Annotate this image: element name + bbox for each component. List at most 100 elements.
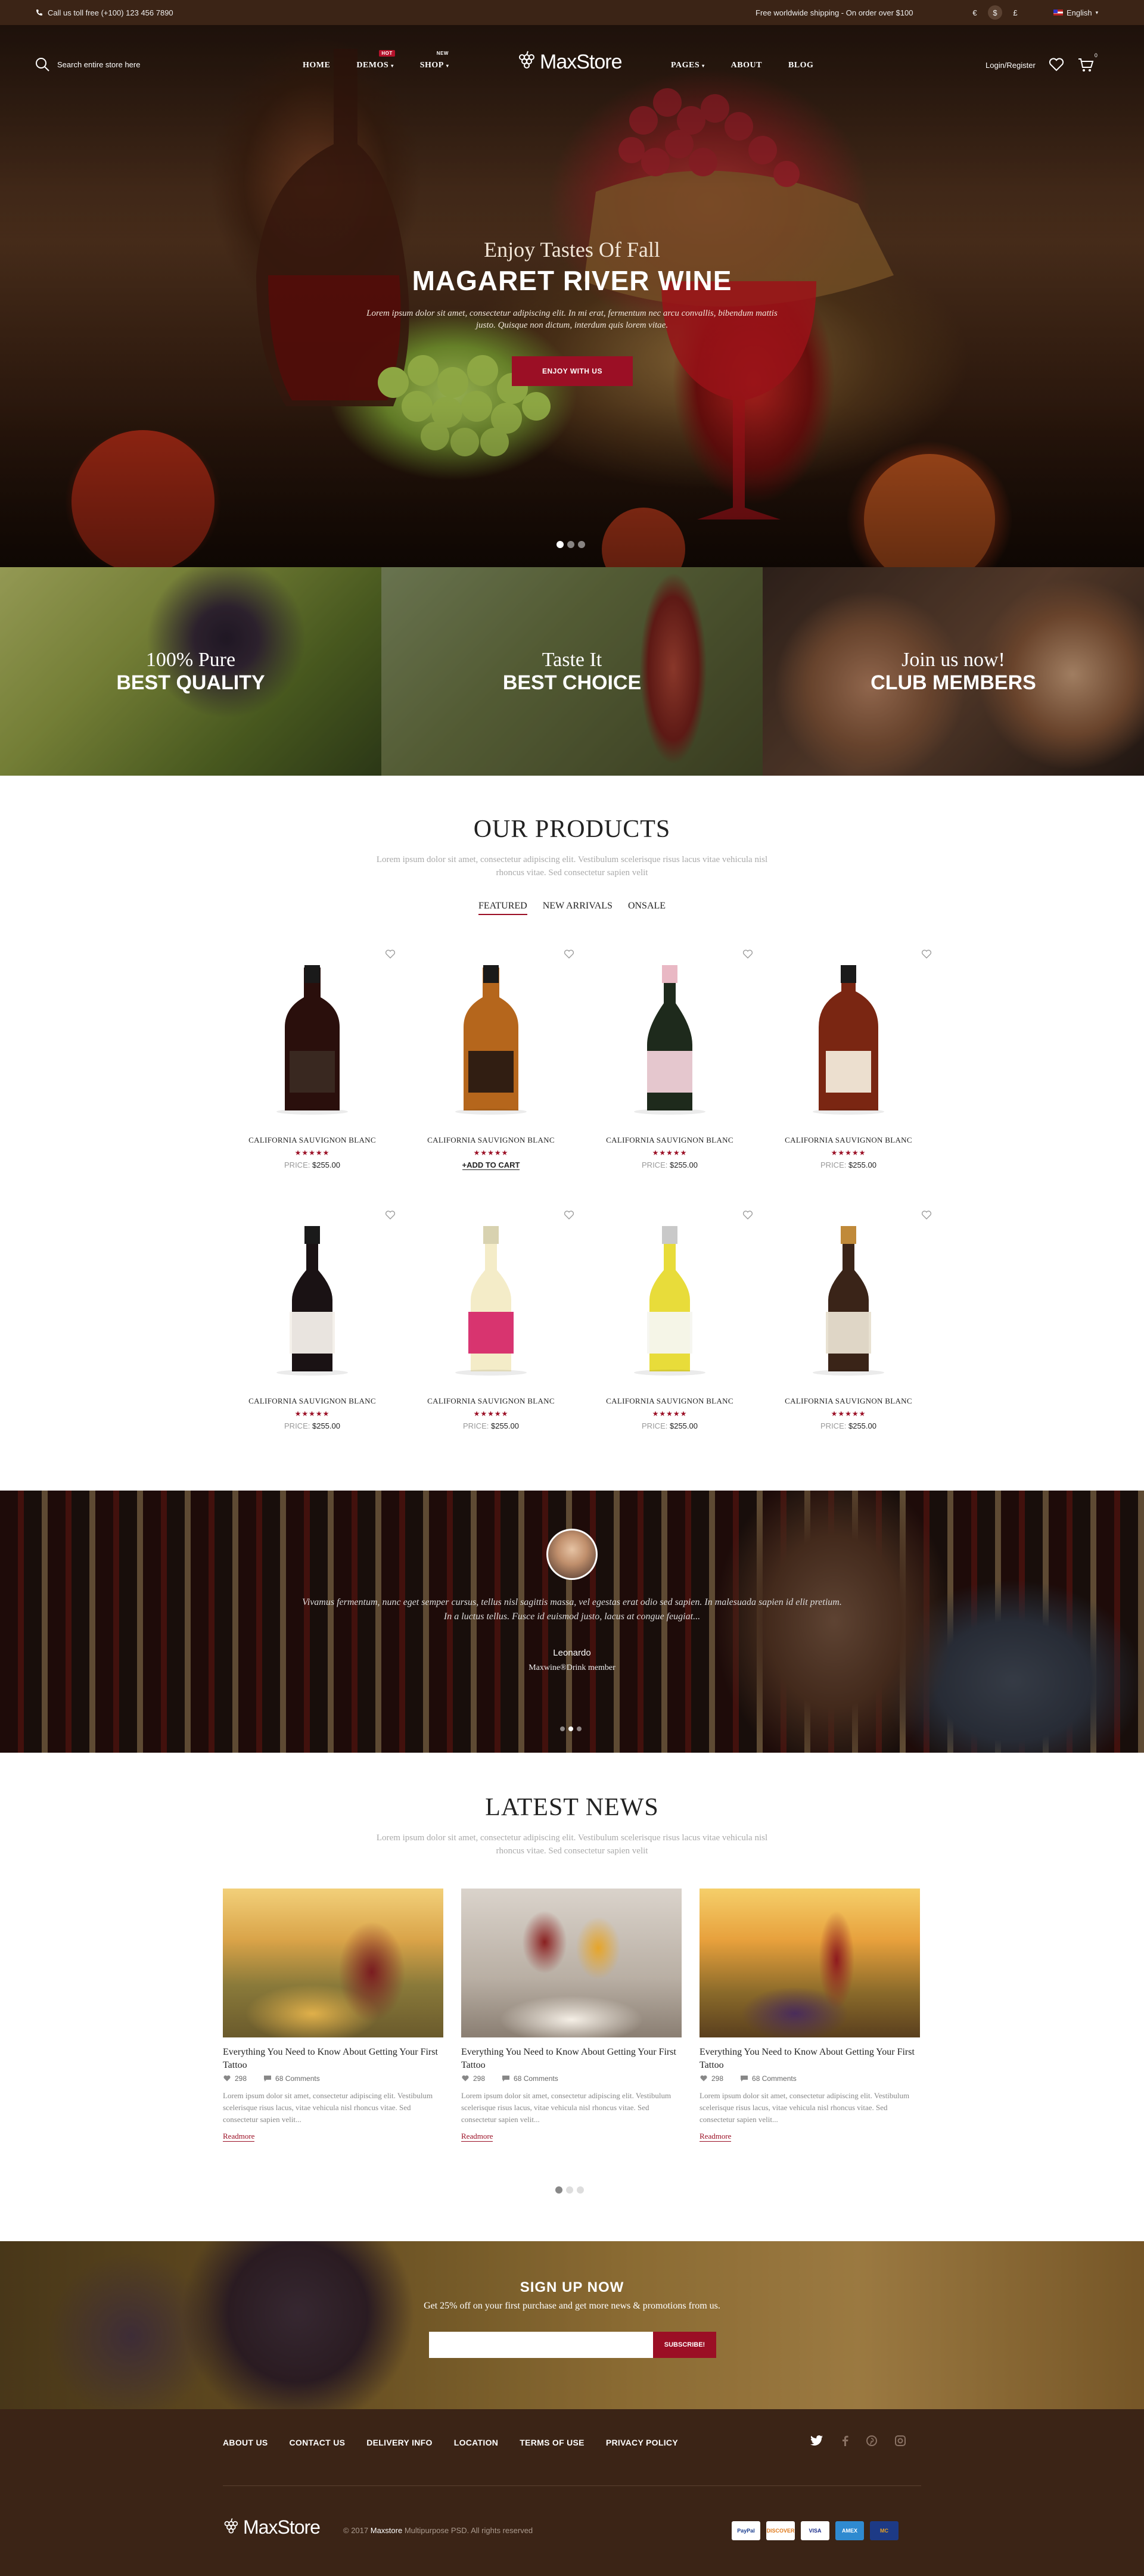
bottle-image[interactable] [759, 962, 938, 1116]
menu-item-shop[interactable]: SHOP ▾ NEW [419, 51, 449, 70]
wishlist-heart-icon[interactable] [564, 1211, 574, 1220]
subscribe-button[interactable]: SUBSCRIBE! [653, 2332, 716, 2358]
wishlist-heart-icon[interactable] [921, 950, 932, 959]
slide-dot[interactable] [577, 2186, 584, 2194]
footer-link-contact[interactable]: CONTACT US [290, 2438, 346, 2447]
menu-item-demos[interactable]: DEMOS ▾ HOT [356, 50, 395, 70]
comments[interactable]: 68 Comments [740, 2074, 797, 2083]
slide-dot[interactable] [566, 2186, 573, 2194]
slide-dot[interactable] [577, 1726, 582, 1731]
testimonial-pagination [560, 1726, 582, 1731]
product-card[interactable]: CALIFORNIA SAUVIGNON BLANC ★★★★★ PRICE: $2… [580, 950, 759, 1200]
avatar [546, 1529, 598, 1580]
language-selector[interactable]: English ▾ [1053, 8, 1098, 17]
product-card[interactable]: CALIFORNIA SAUVIGNON BLANC ★★★★★ PRICE: $2… [402, 1211, 580, 1461]
wishlist-heart-icon[interactable] [385, 1211, 396, 1220]
slide-dot[interactable] [557, 541, 564, 548]
bottle-image[interactable] [223, 962, 402, 1116]
footer-link-privacy[interactable]: PRIVACY POLICY [606, 2438, 678, 2447]
readmore-link[interactable]: Readmore [461, 2132, 493, 2142]
menu-item-about[interactable]: ABOUT [731, 61, 762, 70]
search-box[interactable]: Search entire store here [35, 57, 140, 72]
site-logo[interactable]: MaxStore [517, 50, 622, 74]
comments[interactable]: 68 Comments [502, 2074, 558, 2083]
news-image[interactable] [700, 1889, 920, 2037]
slide-dot[interactable] [567, 541, 574, 548]
slide-dot[interactable] [555, 2186, 562, 2194]
news-image[interactable] [461, 1889, 682, 2037]
product-card[interactable]: CALIFORNIA SAUVIGNON BLANC ★★★★★ PRICE: $2… [580, 1211, 759, 1461]
slide-dot[interactable] [560, 1726, 565, 1731]
bottle-image[interactable] [402, 962, 580, 1116]
product-name[interactable]: CALIFORNIA SAUVIGNON BLANC [580, 1396, 759, 1406]
wishlist-heart-icon[interactable] [921, 1211, 932, 1220]
currency-gbp[interactable]: £ [1008, 5, 1022, 20]
product-name[interactable]: CALIFORNIA SAUVIGNON BLANC [223, 1135, 402, 1145]
cart-button[interactable]: 0 [1077, 52, 1098, 73]
product-name[interactable]: CALIFORNIA SAUVIGNON BLANC [402, 1135, 580, 1145]
currency-eur[interactable]: € [968, 5, 982, 20]
enjoy-with-us-button[interactable]: ENJOY WITH US [512, 356, 633, 386]
footer-link-location[interactable]: LOCATION [454, 2438, 498, 2447]
product-name[interactable]: CALIFORNIA SAUVIGNON BLANC [759, 1396, 938, 1406]
search-input[interactable]: Search entire store here [57, 60, 140, 69]
heart-icon[interactable] [1049, 58, 1064, 72]
product-name[interactable]: CALIFORNIA SAUVIGNON BLANC [223, 1396, 402, 1406]
slide-dot[interactable] [568, 1726, 573, 1731]
wishlist-heart-icon[interactable] [742, 950, 753, 959]
likes[interactable]: 298 [700, 2074, 723, 2083]
email-field[interactable] [429, 2332, 653, 2358]
product-name[interactable]: CALIFORNIA SAUVIGNON BLANC [580, 1135, 759, 1145]
news-image[interactable] [223, 1889, 443, 2037]
news-title[interactable]: Everything You Need to Know About Gettin… [700, 2046, 920, 2072]
readmore-link[interactable]: Readmore [700, 2132, 732, 2142]
search-icon[interactable] [35, 57, 50, 72]
footer-link-terms[interactable]: TERMS OF USE [520, 2438, 585, 2447]
readmore-link[interactable]: Readmore [223, 2132, 255, 2142]
product-name[interactable]: CALIFORNIA SAUVIGNON BLANC [402, 1396, 580, 1406]
product-card[interactable]: CALIFORNIA SAUVIGNON BLANC ★★★★★ PRICE: $2… [223, 950, 402, 1200]
product-card[interactable]: CALIFORNIA SAUVIGNON BLANC ★★★★★ +ADD TO C… [402, 950, 580, 1200]
banner-best-quality[interactable]: 100% Pure BEST QUALITY [0, 567, 381, 776]
product-card[interactable]: CALIFORNIA SAUVIGNON BLANC ★★★★★ PRICE: $2… [759, 950, 938, 1200]
footer-link-delivery[interactable]: DELIVERY INFO [366, 2438, 432, 2447]
currency-usd[interactable]: $ [988, 5, 1002, 20]
menu-item-blog[interactable]: BLOG [788, 61, 813, 70]
bottle-image[interactable] [580, 962, 759, 1116]
slide-dot[interactable] [578, 541, 585, 548]
wishlist-heart-icon[interactable] [742, 1211, 753, 1220]
tab-new-arrivals[interactable]: NEW ARRIVALS [543, 901, 613, 915]
twitter-icon[interactable] [810, 2435, 823, 2446]
copyright-brand[interactable]: Maxstore [371, 2526, 402, 2535]
bottle-image[interactable] [580, 1222, 759, 1377]
bottle-image[interactable] [759, 1222, 938, 1377]
login-register-link[interactable]: Login/Register [986, 61, 1036, 70]
menu-item-home[interactable]: HOME [303, 61, 330, 70]
wishlist-heart-icon[interactable] [385, 950, 396, 959]
add-to-cart-button[interactable]: +ADD TO CART [402, 1161, 580, 1170]
product-card[interactable]: CALIFORNIA SAUVIGNON BLANC ★★★★★ PRICE: $2… [223, 1211, 402, 1461]
likes[interactable]: 298 [461, 2074, 485, 2083]
bottle-image[interactable] [223, 1222, 402, 1377]
banner-best-choice[interactable]: Taste It BEST CHOICE [381, 567, 763, 776]
comments[interactable]: 68 Comments [263, 2074, 320, 2083]
likes[interactable]: 298 [223, 2074, 247, 2083]
banner-club-members[interactable]: Join us now! CLUB MEMBERS [763, 567, 1144, 776]
instagram-icon[interactable] [895, 2435, 906, 2446]
nav-actions: Login/Register 0 [986, 52, 1098, 73]
tab-featured[interactable]: FEATURED [478, 901, 527, 915]
product-name[interactable]: CALIFORNIA SAUVIGNON BLANC [759, 1135, 938, 1145]
footer-logo[interactable]: MaxStore [223, 2516, 321, 2538]
pinterest-icon[interactable] [866, 2435, 877, 2446]
menu-label: SHOP [419, 61, 444, 70]
grape-logo-icon [519, 51, 534, 69]
menu-item-pages[interactable]: PAGES ▾ [671, 61, 705, 70]
news-title[interactable]: Everything You Need to Know About Gettin… [461, 2046, 682, 2072]
tab-onsale[interactable]: ONSALE [628, 901, 666, 915]
wishlist-heart-icon[interactable] [564, 950, 574, 959]
footer-link-about[interactable]: ABOUT US [223, 2438, 268, 2447]
product-card[interactable]: CALIFORNIA SAUVIGNON BLANC ★★★★★ PRICE: $2… [759, 1211, 938, 1461]
facebook-icon[interactable] [841, 2435, 848, 2446]
bottle-image[interactable] [402, 1222, 580, 1377]
news-title[interactable]: Everything You Need to Know About Gettin… [223, 2046, 443, 2072]
